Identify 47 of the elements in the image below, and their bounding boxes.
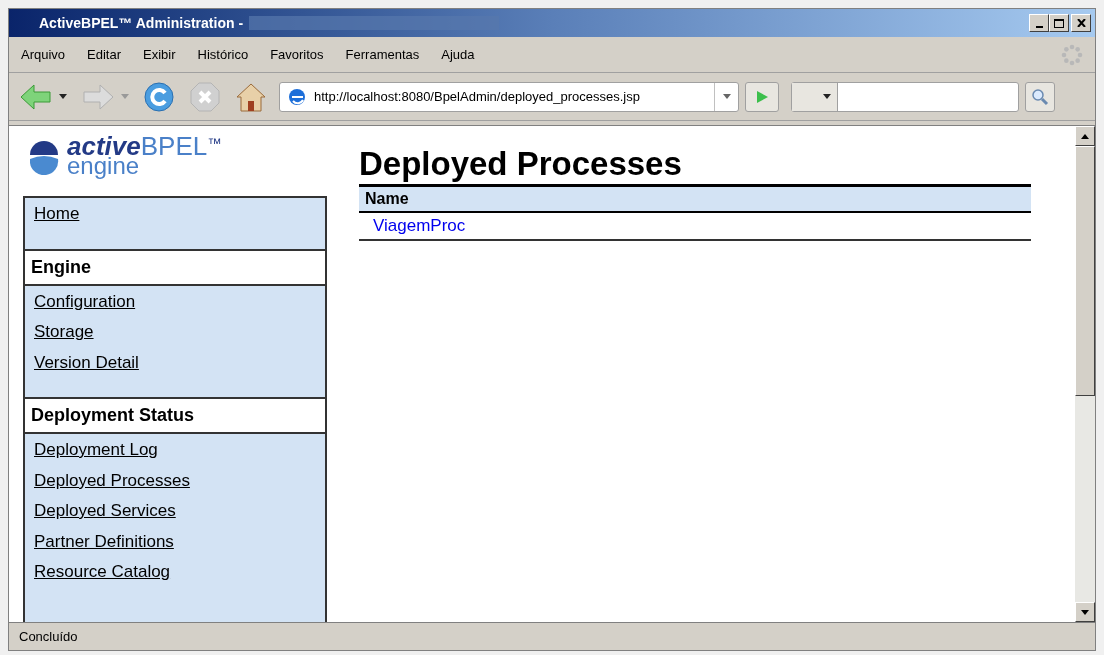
menu-item[interactable]: Editar [87,44,122,65]
sidebar-link[interactable]: Partner Definitions [34,528,174,554]
up-arrow-icon [1081,133,1089,139]
page-title: Deployed Processes [359,144,683,184]
dropdown-caret-icon[interactable] [59,94,67,99]
logo-text: activeBPEL$^{™}$ [67,136,222,156]
menu-item[interactable]: Ferramentas [345,44,420,65]
scroll-up-button[interactable] [1075,126,1095,146]
play-icon [755,89,769,104]
throbber-icon [1061,43,1083,66]
dropdown-caret-icon [722,94,731,99]
search-field[interactable] [791,81,1019,112]
scroll-down-button[interactable] [1075,602,1095,622]
menu-item[interactable]: Exibir [143,44,176,65]
menu-item[interactable]: Histórico [197,44,249,65]
sidebar-link[interactable]: Deployment Log [34,437,158,463]
browser-e-icon [288,87,306,106]
address-field[interactable]: http://localhost:8080/BpelAdmin/deployed_processes.jsp [279,81,739,112]
down-arrow-icon [1081,609,1089,615]
sidebar-link[interactable]: Version Detail [34,349,139,375]
minimize-icon [1035,26,1043,28]
menu-item[interactable]: Ajuda [441,44,475,65]
column-header: Name [359,187,1031,213]
window-title: ActiveBPEL™ Administration - [39,13,244,33]
sidebar-link[interactable]: Storage [34,319,94,345]
sidebar-heading: Engine [25,250,325,286]
close-button[interactable] [1071,14,1091,32]
sidebar-link[interactable]: Resource Catalog [34,559,171,585]
scroll-thumb[interactable] [1075,146,1095,396]
sidebar-heading: Deployment Status [25,399,325,434]
sidebar-link[interactable]: Deployed Services [34,498,176,524]
dropdown-caret-icon [823,94,831,99]
search-button[interactable] [1025,81,1055,112]
maximize-button[interactable] [1049,14,1069,32]
search-icon [1031,87,1049,106]
reload-icon[interactable] [143,80,175,113]
menu-item[interactable]: Favoritos [270,44,324,65]
close-icon [1076,19,1086,27]
process-link[interactable]: ViagemProc [373,213,466,239]
minimize-button[interactable] [1029,14,1049,32]
address-text: http://localhost:8080/BpelAdmin/deployed_processes.jsp [314,87,641,106]
menu-item[interactable]: Arquivo [21,44,66,65]
status-text: Concluído [19,627,78,646]
sidebar-link[interactable]: Configuration [34,288,136,314]
maximize-icon [1054,18,1064,28]
sidebar-link[interactable]: Deployed Processes [34,467,190,493]
sidebar-link[interactable]: Home [34,201,80,227]
